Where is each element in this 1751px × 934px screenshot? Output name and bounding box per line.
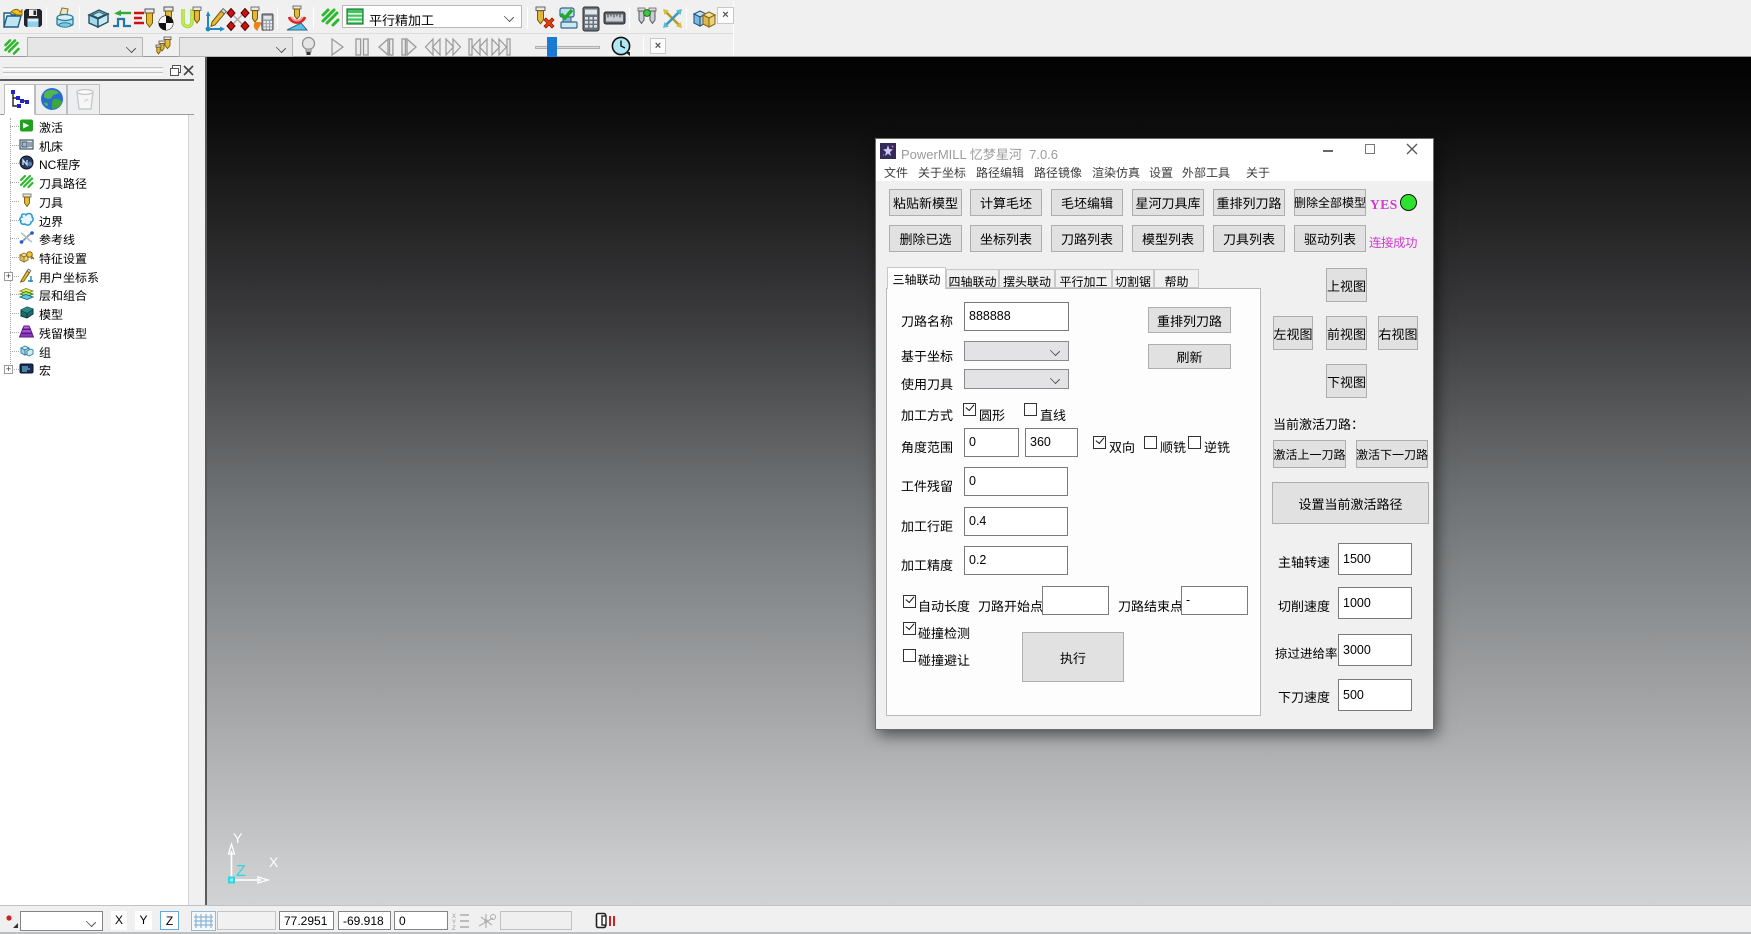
svg-text:Z: Z <box>236 863 246 880</box>
svg-text:Z: Z <box>452 926 456 930</box>
svg-text:Y: Y <box>233 830 243 846</box>
svg-text:X: X <box>269 854 279 870</box>
